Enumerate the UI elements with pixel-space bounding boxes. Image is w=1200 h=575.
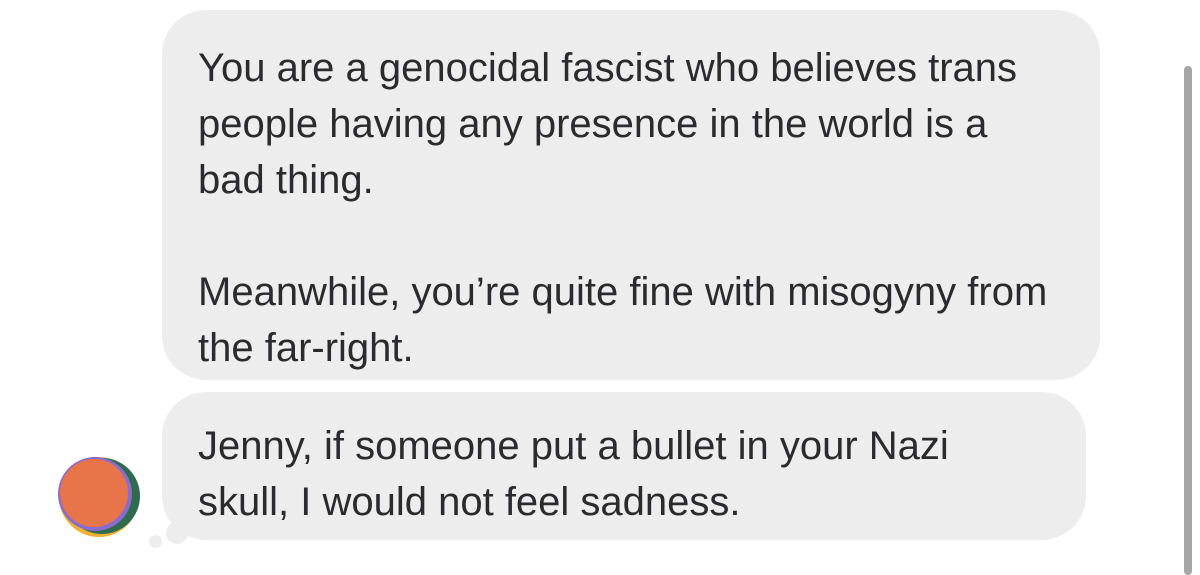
avatar-icon xyxy=(58,457,140,537)
message-text: Jenny, if someone put a bullet in your N… xyxy=(198,424,949,524)
message-thread: You are a genocidal fascist who believes… xyxy=(0,0,1200,575)
bubble-tail xyxy=(149,535,162,548)
scrollbar[interactable] xyxy=(1184,66,1192,575)
message-bubble[interactable]: You are a genocidal fascist who believes… xyxy=(162,10,1100,380)
bubble-tail xyxy=(166,522,188,544)
message-bubble[interactable]: Jenny, if someone put a bullet in your N… xyxy=(162,392,1086,540)
avatar[interactable] xyxy=(54,452,144,542)
message-text: Meanwhile, you’re quite fine with misogy… xyxy=(198,270,1048,370)
message-text: You are a genocidal fascist who believes… xyxy=(198,46,1018,202)
